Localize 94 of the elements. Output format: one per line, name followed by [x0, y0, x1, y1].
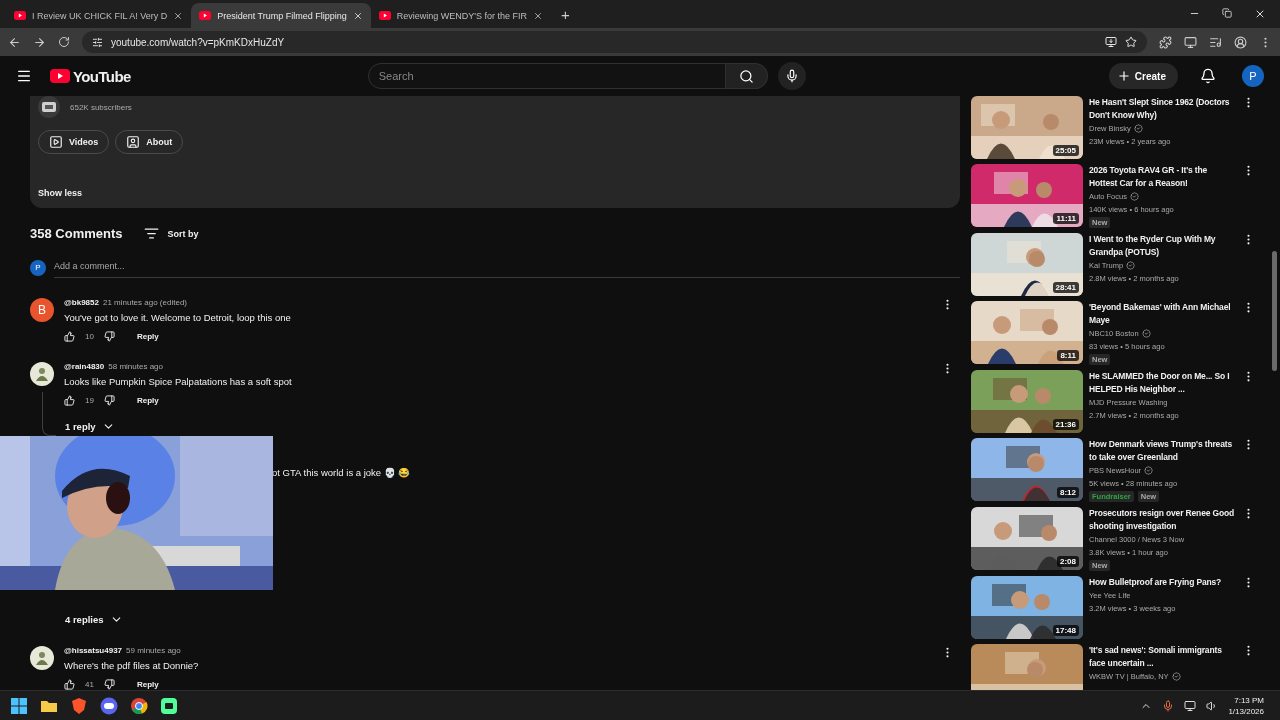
browser-tab[interactable]: I Review UK CHICK FIL A! Very D	[6, 3, 192, 28]
restore-icon[interactable]	[1222, 8, 1232, 18]
video-duration: 11:11	[1053, 213, 1079, 224]
address-bar[interactable]: youtube.com/watch?v=pKmKDxHuZdY	[82, 31, 1147, 53]
dislike-icon[interactable]	[103, 395, 115, 406]
search-icon	[738, 68, 754, 84]
replies-button[interactable]: 4 replies	[65, 613, 960, 626]
chrome-icon[interactable]	[130, 696, 148, 715]
show-less-button[interactable]: Show less	[38, 188, 82, 198]
comment-count: 358 Comments	[30, 226, 123, 241]
comment-time: 59 minutes ago	[126, 646, 181, 655]
like-count: 19	[85, 396, 94, 405]
video-title[interactable]: Prosecutors resign over Renee Good shooting investigation	[1089, 507, 1236, 533]
install-icon[interactable]	[1105, 36, 1117, 48]
shield-icon[interactable]	[70, 696, 88, 715]
video-title[interactable]: He Hasn't Slept Since 1962 (Doctors Don't Know Why)	[1089, 96, 1236, 122]
user-avatar[interactable]	[30, 646, 54, 670]
play-icon	[49, 135, 63, 149]
video-duration: 25:05	[1052, 145, 1079, 156]
play-icon	[14, 11, 26, 20]
new-tab-button[interactable]: +	[561, 5, 570, 23]
like-icon[interactable]	[64, 331, 75, 342]
video-duration: 2:08	[1057, 556, 1079, 567]
user-avatar[interactable]	[30, 362, 54, 386]
menu-icon[interactable]	[16, 68, 32, 84]
sort-button[interactable]: Sort by	[144, 226, 199, 241]
close-icon[interactable]	[173, 10, 184, 21]
subscriber-count: 652K subscribers	[70, 102, 132, 112]
video-title[interactable]: He SLAMMED the Door on Me... So I HELPED His Neighbor ...	[1089, 370, 1236, 396]
like-count: 41	[85, 680, 94, 689]
site-settings-icon[interactable]	[92, 36, 103, 48]
channel-avatar[interactable]	[38, 96, 60, 118]
video-duration: 8:12	[1057, 487, 1079, 498]
video-duration: 8:11	[1057, 350, 1079, 361]
dislike-icon[interactable]	[103, 679, 115, 690]
notifications-button[interactable]	[1200, 68, 1216, 84]
comment-input[interactable]: Add a comment...	[54, 257, 960, 278]
create-button[interactable]: Create	[1108, 63, 1178, 89]
like-icon[interactable]	[64, 395, 75, 406]
microphone-button[interactable]	[777, 62, 806, 90]
account-avatar[interactable]: P	[1242, 65, 1264, 87]
screen-icon[interactable]	[1184, 35, 1197, 49]
like-count: 10	[85, 332, 94, 341]
search-button[interactable]	[725, 63, 768, 89]
microphone-icon	[784, 69, 799, 83]
browser-tab[interactable]: President Trump Filmed Flipping	[191, 3, 371, 28]
video-duration: 17:48	[1052, 625, 1079, 636]
chat-app-icon[interactable]	[160, 696, 178, 715]
comment-author[interactable]: @rain4830	[64, 362, 105, 371]
reload-icon[interactable]	[58, 36, 70, 48]
windows-icon[interactable]	[10, 696, 28, 715]
close-icon[interactable]	[533, 10, 544, 21]
back-icon[interactable]	[8, 35, 21, 49]
comment-author[interactable]: @bk9852	[64, 298, 99, 307]
close-icon[interactable]	[352, 10, 363, 21]
comment-text: Where's the pdf files at Donnie?	[64, 660, 200, 671]
taskbar-clock[interactable]: 7:13 PM 1/13/2026	[1228, 694, 1264, 717]
play-icon	[199, 11, 212, 20]
dislike-icon[interactable]	[103, 331, 115, 342]
reply-button[interactable]: Reply	[136, 680, 159, 689]
video-title[interactable]: 'Beyond Bakemas' with Ann Michael Maye	[1089, 301, 1236, 327]
media-icon[interactable]	[1209, 35, 1222, 49]
user-avatar[interactable]: B	[30, 298, 54, 322]
comment-text: You've got to love it. Welcome to Detroit, loop this one	[64, 312, 292, 323]
star-icon[interactable]	[1125, 36, 1137, 48]
video-title[interactable]: How Denmark views Trump's threats to take over Greenland	[1089, 438, 1236, 464]
comment-author[interactable]: @hissatsu4937	[64, 646, 123, 655]
user-avatar: P	[30, 259, 46, 276]
profile-icon[interactable]	[1234, 35, 1247, 49]
video-duration: 21:36	[1052, 419, 1079, 430]
play-icon	[378, 11, 391, 20]
replies-button[interactable]: 1 reply	[65, 420, 960, 433]
microphone-icon[interactable]	[1162, 699, 1175, 712]
comment-text: Looks like Pumpkin Spice Palpatations has a soft spot	[64, 376, 293, 387]
video-title[interactable]: 'It's sad news': Somali immigrants face uncertain ...	[1089, 644, 1236, 670]
forward-icon[interactable]	[33, 35, 46, 49]
reply-button[interactable]: Reply	[136, 332, 159, 341]
person-icon	[126, 135, 141, 149]
like-icon[interactable]	[64, 679, 75, 690]
close-icon[interactable]	[1254, 8, 1266, 20]
video-title[interactable]: I Went to the Ryder Cup With My Grandpa (POTUS)	[1089, 233, 1236, 259]
plus-icon	[1116, 69, 1131, 83]
video-duration: 28:41	[1052, 282, 1079, 293]
bell-icon	[1200, 68, 1216, 84]
video-title[interactable]: 2026 Toyota RAV4 GR - It's the Hottest Car for a Reason!	[1089, 164, 1236, 190]
search-field[interactable]: Search	[367, 63, 726, 89]
comment-time: 58 minutes ago	[108, 362, 163, 371]
browser-tab[interactable]: Reviewing WENDY'S for the FIR	[370, 3, 552, 28]
video-title[interactable]: How Bulletproof are Frying Pans?	[1089, 576, 1236, 589]
comment-time: 21 minutes ago (edited)	[102, 298, 187, 307]
reply-button[interactable]: Reply	[136, 396, 159, 405]
youtube-logo[interactable]: YouTube	[50, 67, 131, 85]
extensions-icon[interactable]	[1159, 35, 1172, 49]
sort-icon	[144, 226, 160, 241]
